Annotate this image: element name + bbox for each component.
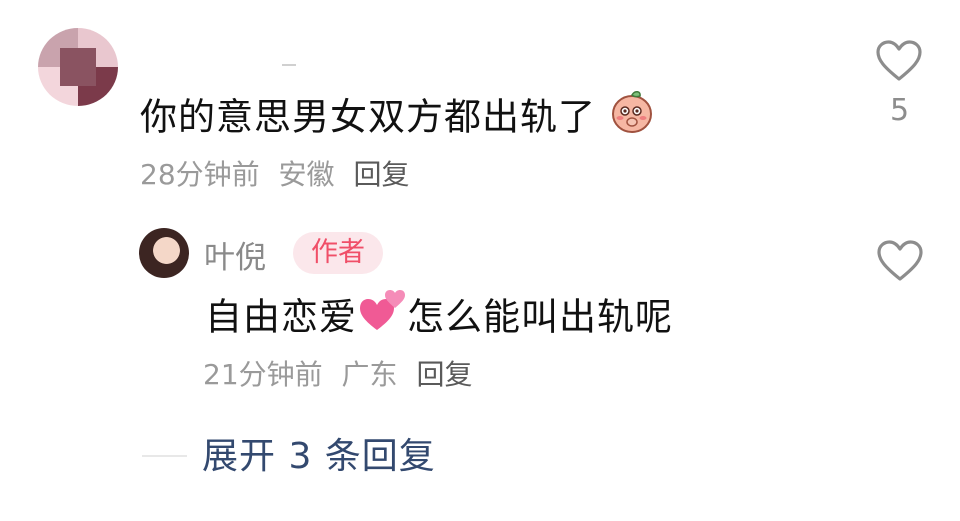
blushing-peach-emoji-icon [609,88,655,150]
comment-like-count: 5 [890,93,910,128]
reply-location: 广东 [341,358,398,391]
reply-text: 自由恋爱 怎么能叫出轨呢 [205,288,673,350]
comment-reply-button[interactable]: 回复 [353,158,409,191]
comment-location: 安徽 [278,158,335,191]
author-badge: 作者 [293,232,383,274]
two-hearts-emoji-icon [357,288,407,350]
heart-icon [877,240,923,281]
divider [282,64,296,66]
comment-text: 你的意思男女双方都出轨了 [140,88,655,150]
avatar[interactable] [38,28,118,106]
author-avatar[interactable] [139,228,189,278]
expand-divider [142,455,187,457]
comment-text-label: 你的意思男女双方都出轨了 [140,95,596,139]
author-name[interactable]: 叶倪 [204,232,266,277]
comment-time: 28分钟前 [140,158,260,191]
reply-time: 21分钟前 [203,358,323,391]
reply-text-after: 怎么能叫出轨呢 [407,295,673,339]
reply-text-before: 自由恋爱 [205,295,357,339]
reply-like-button[interactable] [877,240,923,282]
expand-replies-button[interactable]: 展开 3 条回复 [202,432,436,482]
comment-like-button[interactable] [876,40,922,82]
comment-meta: 28分钟前 安徽 回复 [140,155,419,195]
reply-reply-button[interactable]: 回复 [416,358,472,391]
heart-icon [876,40,922,81]
reply-meta: 21分钟前 广东 回复 [203,355,482,395]
